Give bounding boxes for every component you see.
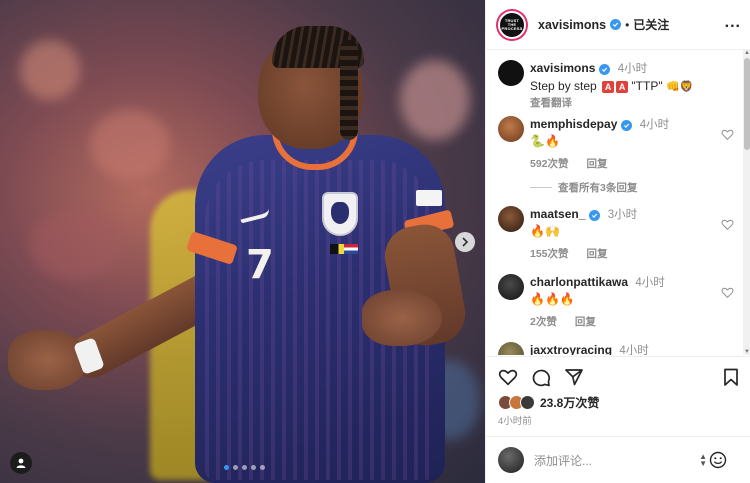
caption-text-main: Step by step [530, 79, 597, 93]
heart-icon[interactable] [721, 128, 734, 141]
post-photo[interactable]: 7 [0, 0, 485, 483]
caption-quote: "TTP" [631, 79, 663, 93]
see-translation-link[interactable]: 查看翻译 [530, 95, 730, 110]
carousel-dot [233, 465, 238, 470]
player-right-hand [362, 290, 442, 346]
tagged-users-button[interactable] [10, 452, 32, 474]
resize-arrows-icon: ▲ ▼ [699, 452, 707, 468]
scrollbar-thumb[interactable] [744, 58, 750, 150]
post-header: TRUST THE PROCESS xavisimons • 已关注 ... [486, 0, 750, 50]
heart-icon[interactable] [721, 218, 734, 231]
liker-avatar [520, 395, 535, 410]
add-comment-input[interactable]: 添加评论... [534, 452, 592, 469]
avatar-logo-text: TRUST THE PROCESS [501, 17, 523, 31]
author-avatar[interactable]: TRUST THE PROCESS [498, 10, 526, 39]
sleeve-patch [416, 190, 442, 206]
caption-text: Step by step AA "TTP" 👊🦁 [530, 79, 730, 93]
next-photo-button[interactable] [455, 232, 475, 252]
author-username[interactable]: xavisimons [538, 18, 606, 32]
bookmark-icon[interactable] [721, 367, 741, 387]
share-icon[interactable] [564, 367, 584, 387]
instagram-post-view: 7 TRUST THE PROCESS xavisimons • 已关注 ...… [0, 0, 750, 483]
likes-count[interactable]: 23.8万次赞 [540, 394, 599, 411]
post-actions: 23.8万次赞 4小时前 [486, 356, 750, 436]
reply-button[interactable]: 回复 [575, 316, 596, 328]
bokeh [30, 210, 120, 280]
comment-time: 4小时 [619, 345, 649, 355]
flag-badge [344, 244, 358, 254]
separator-dot: • [625, 17, 630, 32]
comment-time: 4小时 [635, 277, 665, 289]
user-tag-icon [16, 458, 26, 468]
player-left-hand [8, 330, 88, 390]
comment-likes[interactable]: 155次赞 [530, 248, 569, 260]
commenter-avatar[interactable] [498, 342, 524, 355]
more-options-button[interactable]: ... [725, 14, 741, 32]
comment-likes[interactable]: 592次赞 [530, 158, 569, 170]
comment-time: 4小时 [639, 119, 670, 131]
jersey-number: 7 [246, 242, 274, 288]
likes-summary[interactable]: 23.8万次赞 [498, 394, 599, 411]
letter-a-emoji: A [602, 81, 615, 93]
post-side-panel: TRUST THE PROCESS xavisimons • 已关注 ... x… [485, 0, 750, 483]
bokeh [20, 40, 80, 100]
verified-badge-icon [621, 120, 633, 131]
commenter-username[interactable]: charlonpattikawa [530, 275, 628, 289]
verified-badge-icon [610, 19, 622, 30]
reply-button[interactable]: 回复 [587, 158, 608, 170]
comment-likes[interactable]: 2次赞 [530, 316, 557, 328]
comment-icon[interactable] [531, 367, 551, 387]
author-avatar-small[interactable] [498, 60, 524, 86]
follow-status-button[interactable]: 已关注 [633, 16, 669, 33]
comment-time: 3小时 [607, 209, 638, 221]
chevron-right-icon [462, 237, 469, 247]
carousel-dot [224, 465, 229, 470]
carousel-dot [242, 465, 247, 470]
caption-username[interactable]: xavisimons [530, 61, 595, 75]
commenter-username[interactable]: memphisdepay [530, 117, 617, 131]
commenter-username[interactable]: jaxxtroyracing [530, 343, 612, 355]
carousel-indicator [224, 465, 265, 470]
comment-text: 🐍🔥 [530, 134, 560, 148]
commenter-username[interactable]: maatsen_ [530, 207, 585, 221]
heart-icon[interactable] [721, 286, 734, 299]
current-user-avatar [498, 447, 524, 473]
caption-time: 4小时 [617, 63, 648, 75]
player-braid [340, 40, 358, 140]
comments-scrollbar[interactable]: ▲ ▼ [743, 50, 750, 355]
caption-emojis: 👊🦁 [665, 81, 694, 93]
commenter-avatar[interactable] [498, 116, 524, 142]
post-timestamp: 4小时前 [498, 416, 532, 427]
commenter-avatar[interactable] [498, 206, 524, 232]
lion-emblem [331, 202, 349, 224]
scroll-up-arrow-icon[interactable]: ▲ [744, 50, 750, 56]
reply-button[interactable]: 回复 [587, 248, 608, 260]
heart-icon[interactable] [498, 367, 518, 387]
view-all-replies-link[interactable]: 查看所有3条回复 [530, 180, 637, 195]
verified-badge-icon [599, 64, 611, 75]
commenter-avatar[interactable] [498, 274, 524, 300]
comments-list: xavisimons 4小时 Step by step AA "TTP" 👊🦁 … [486, 50, 741, 355]
bokeh [90, 110, 170, 180]
carousel-dot [251, 465, 256, 470]
scroll-down-arrow-icon[interactable]: ▼ [744, 349, 750, 355]
liker-avatars [498, 395, 535, 410]
comment-text: 🔥🙌 [530, 224, 560, 238]
carousel-dot [260, 465, 265, 470]
verified-badge-icon [589, 210, 601, 221]
emoji-icon[interactable] [709, 451, 727, 469]
letter-a-emoji: A [616, 81, 629, 93]
add-comment-bar[interactable]: 添加评论... ▲ ▼ [486, 436, 750, 483]
comment-text: 🔥🔥🔥 [530, 292, 575, 306]
bokeh [400, 60, 470, 140]
